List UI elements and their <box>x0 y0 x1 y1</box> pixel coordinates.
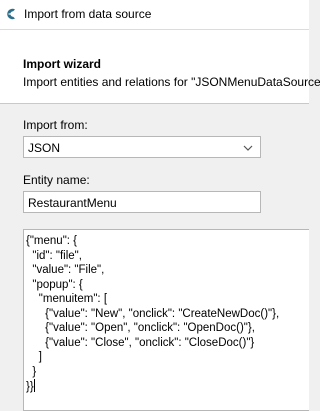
editor-line: "id": "file", <box>26 249 82 262</box>
wizard-header: Import wizard Import entities and relati… <box>0 29 320 104</box>
editor-line: {"menu": { <box>26 235 78 247</box>
editor-line: {"value": "Close", "onclick": "CloseDoc(… <box>26 336 255 349</box>
wizard-subtitle: Import entities and relations for "JSONM… <box>23 75 320 89</box>
editor-line: "value": "File", <box>26 264 105 276</box>
import-from-select[interactable]: JSON <box>23 136 261 158</box>
json-editor[interactable]: {"menu": { "id": "file", "value": "File"… <box>23 229 309 411</box>
header-divider <box>0 103 309 104</box>
editor-line: } <box>26 365 37 378</box>
editor-line: ] <box>26 351 42 363</box>
title-bar: Import from data source <box>0 0 309 29</box>
editor-line: }} <box>26 381 34 393</box>
window-title: Import from data source <box>24 7 152 21</box>
chevron-down-icon[interactable] <box>242 142 254 154</box>
entity-name-input[interactable]: RestaurantMenu <box>23 191 261 213</box>
json-editor-text: {"menu": { "id": "file", "value": "File"… <box>26 234 279 395</box>
entity-name-value: RestaurantMenu <box>28 196 117 210</box>
import-from-value: JSON <box>28 141 61 155</box>
dialog-body: Import wizard Import entities and relati… <box>0 29 320 411</box>
app-logo-icon <box>7 8 15 20</box>
import-from-label: Import from: <box>23 118 88 132</box>
editor-line: {"value": "New", "onclick": "CreateNewDo… <box>26 307 280 320</box>
editor-line: "menuitem": [ <box>26 293 108 305</box>
text-caret <box>33 379 35 392</box>
entity-name-label: Entity name: <box>23 173 90 187</box>
wizard-title: Import wizard <box>23 57 102 71</box>
editor-line: {"value": "Open", "onclick": "OpenDoc()"… <box>26 322 255 334</box>
editor-line: "popup": { <box>26 278 83 291</box>
